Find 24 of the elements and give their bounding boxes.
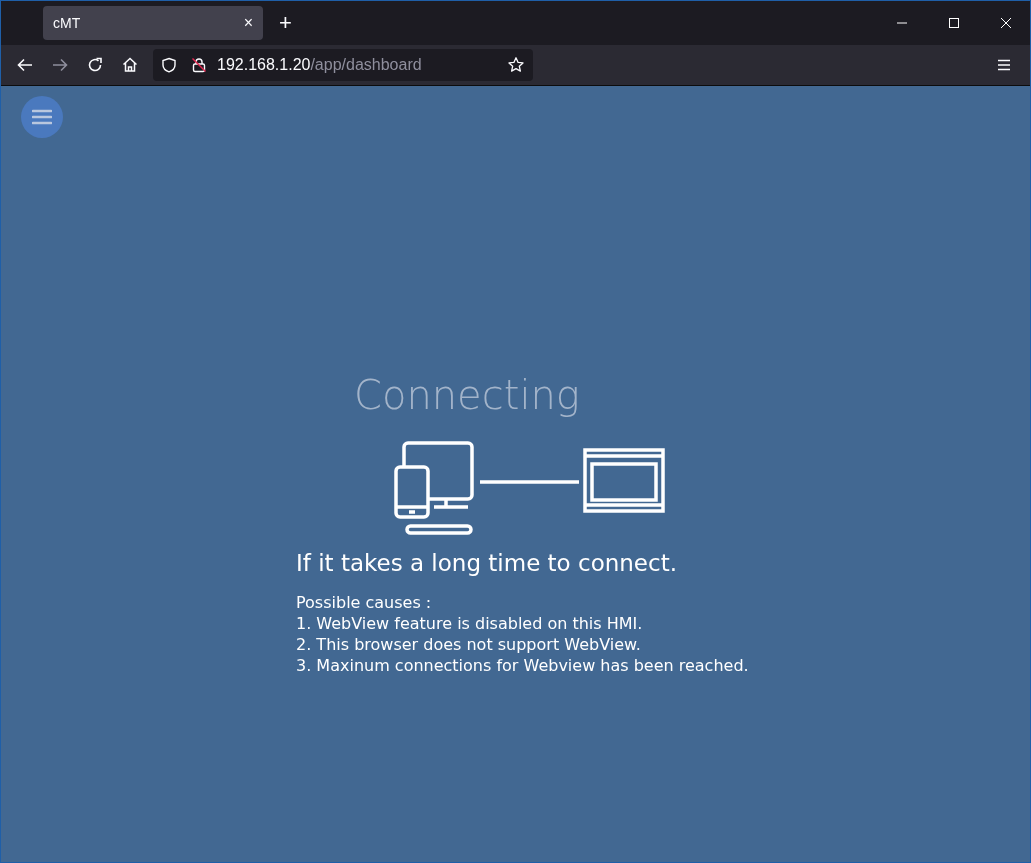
shield-icon[interactable]	[161, 57, 177, 73]
maximize-icon[interactable]	[948, 17, 960, 29]
menu-icon	[32, 109, 52, 125]
menu-icon[interactable]	[996, 57, 1012, 73]
cause-item: 1. WebView feature is disabled on this HMI.	[296, 613, 644, 634]
cause-item: 3. Maxinum connections for Webview has been reached.	[296, 655, 750, 676]
menu-button[interactable]	[21, 96, 63, 138]
address-bar[interactable]: 192.168.1.20/app/dashboard	[153, 49, 533, 81]
reload-icon[interactable]	[86, 56, 104, 74]
new-tab-button[interactable]: +	[279, 10, 292, 36]
cause-item: 2. This browser does not support WebView.	[296, 634, 642, 655]
causes-title: Possible causes :	[296, 592, 433, 613]
browser-tab[interactable]: cMT ×	[43, 6, 263, 40]
back-arrow-icon[interactable]	[16, 56, 34, 74]
insecure-lock-icon[interactable]	[191, 57, 207, 73]
star-icon[interactable]	[507, 56, 525, 74]
home-icon[interactable]	[121, 56, 139, 74]
forward-arrow-icon[interactable]	[51, 56, 69, 74]
tab-close-button[interactable]: ×	[243, 14, 253, 32]
tab-title: cMT	[53, 15, 82, 31]
close-icon[interactable]	[1000, 17, 1012, 29]
url-text: 192.168.1.20/app/dashboard	[217, 56, 422, 74]
connection-hint: If it takes a long time to connect.	[296, 550, 678, 576]
connecting-heading: Connecting	[354, 372, 581, 418]
